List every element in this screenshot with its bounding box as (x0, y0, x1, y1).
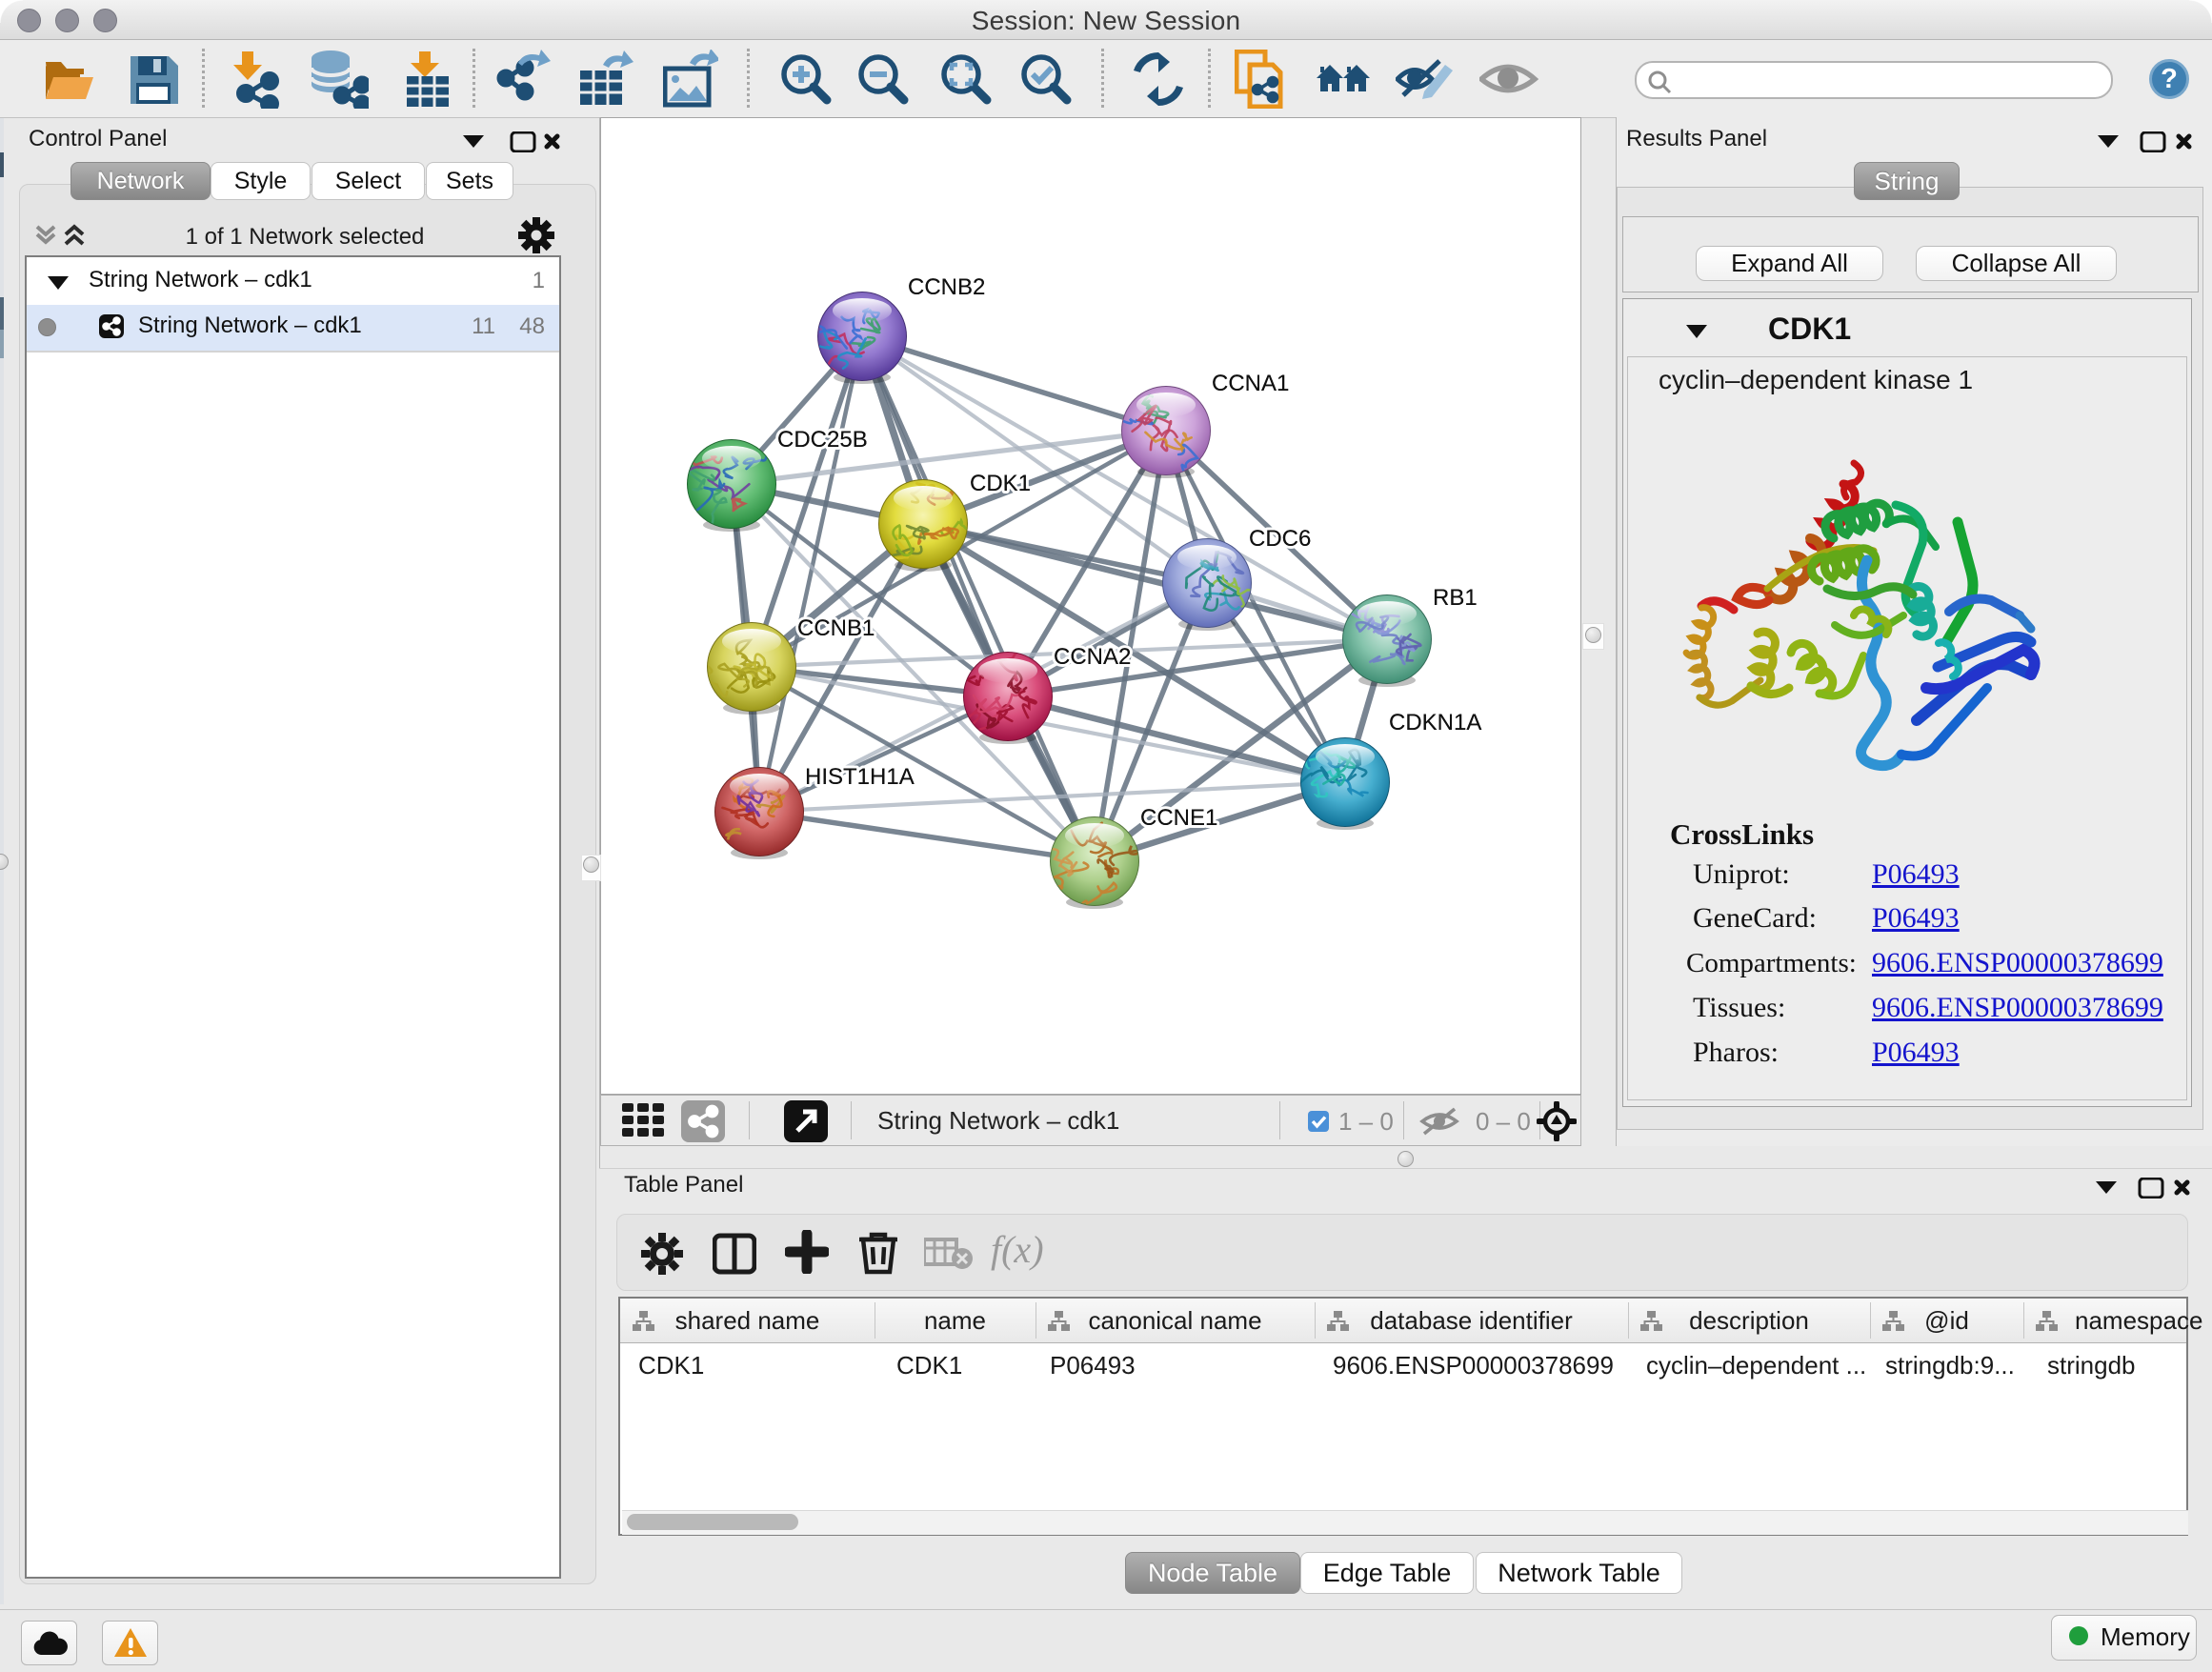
svg-text:CCNA2: CCNA2 (1054, 644, 1131, 670)
svg-text:CCNA1: CCNA1 (1212, 371, 1289, 396)
svg-text:CDKN1A: CDKN1A (1389, 710, 1481, 735)
svg-text:CDK1: CDK1 (970, 471, 1031, 496)
svg-text:CCNE1: CCNE1 (1140, 805, 1217, 831)
svg-text:CCNB2: CCNB2 (908, 274, 985, 300)
svg-text:RB1: RB1 (1433, 585, 1478, 611)
svg-text:CDC25B: CDC25B (777, 427, 868, 453)
svg-text:CCNB1: CCNB1 (797, 615, 875, 641)
svg-text:HIST1H1A: HIST1H1A (805, 764, 915, 790)
svg-text:CDC6: CDC6 (1249, 526, 1311, 552)
